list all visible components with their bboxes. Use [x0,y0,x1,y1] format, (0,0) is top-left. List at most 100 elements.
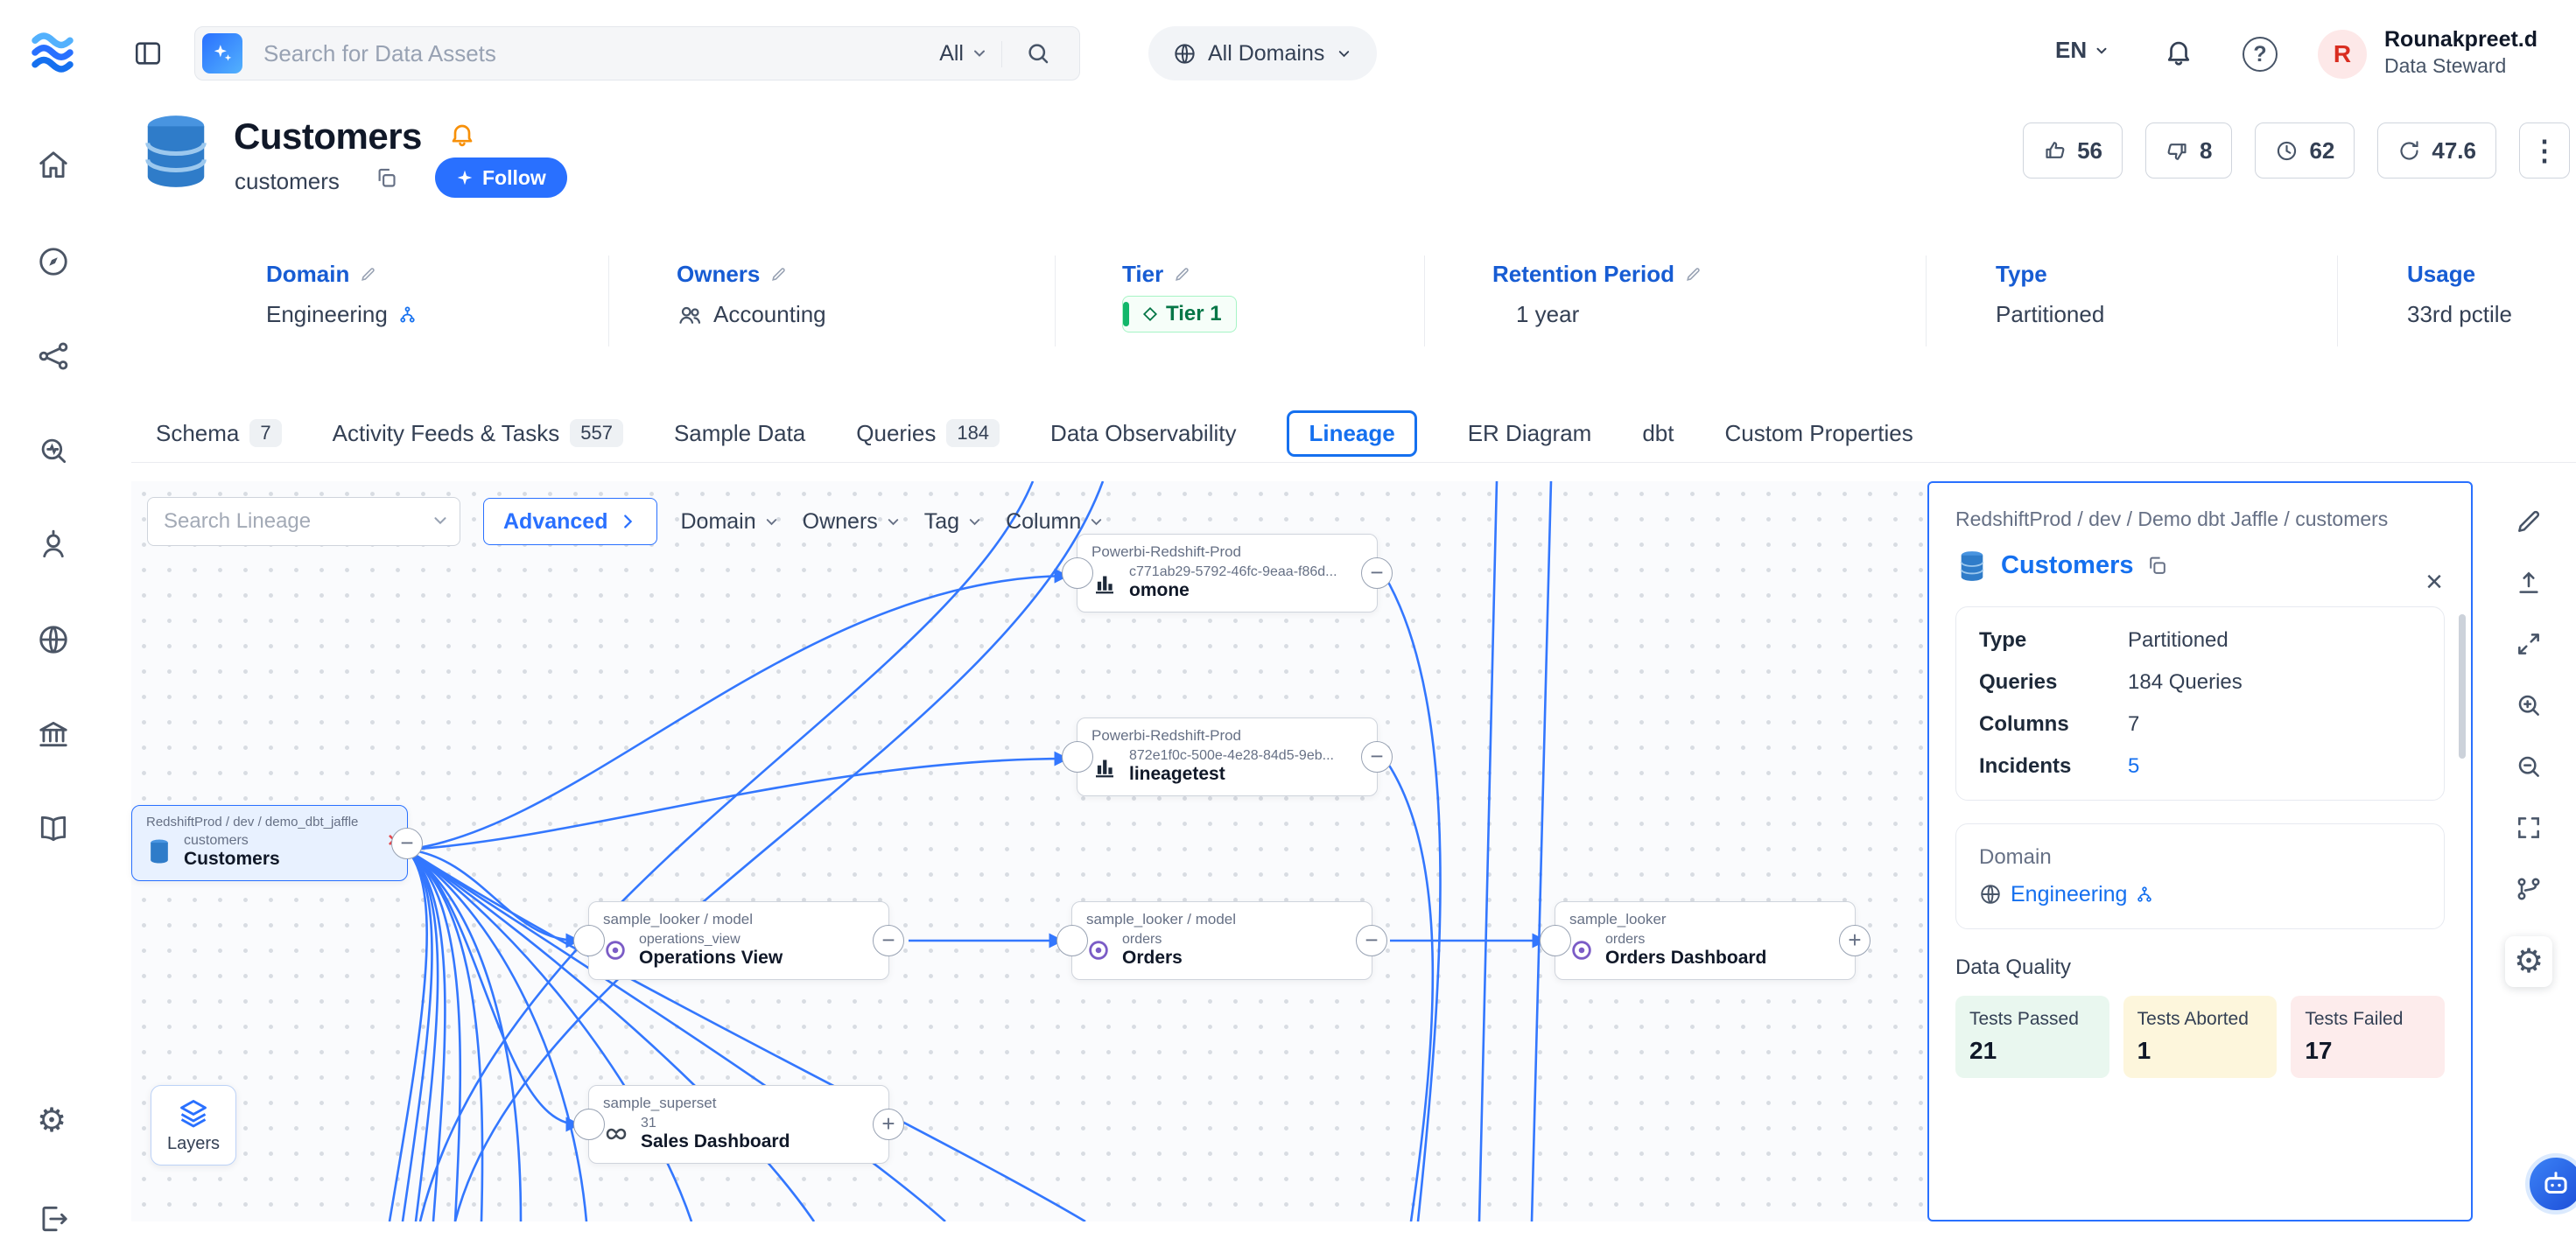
lineage-canvas[interactable]: Advanced Domain Owners Tag Column Powe [131,481,2473,1222]
domain-link[interactable]: Engineering [2011,882,2127,907]
expand-handle[interactable]: + [873,1109,904,1140]
lineage-node-lineagetest[interactable]: Powerbi-Redshift-Prod 872e1f0c-500e-4e28… [1077,718,1378,796]
tab-activity-feeds[interactable]: Activity Feeds & Tasks557 [333,419,623,447]
collapse-handle[interactable] [1062,557,1093,589]
tab-lineage[interactable]: Lineage [1287,410,1416,457]
zoom-in-icon[interactable] [2515,691,2543,719]
user-avatar[interactable]: R [2318,30,2367,79]
search-input[interactable] [263,27,789,80]
zoom-out-icon[interactable] [2515,752,2543,780]
collapse-handle[interactable] [573,1109,605,1140]
collapse-handle[interactable] [1056,925,1088,956]
follow-button[interactable]: Follow [435,158,567,198]
edit-lineage-icon[interactable] [2515,508,2543,536]
observability-icon[interactable] [37,434,70,467]
export-icon[interactable] [2515,569,2543,597]
meta-owners-label[interactable]: Owners [677,261,787,288]
copy-icon[interactable] [375,166,398,190]
meta-tier-value[interactable]: Tier 1 [1122,296,1237,332]
collapse-handle[interactable] [1540,925,1571,956]
lineage-search-input[interactable] [147,497,460,546]
advanced-label: Advanced [503,509,607,535]
glossary-icon[interactable] [37,812,70,845]
lineage-settings-icon[interactable]: ⚙ [2505,936,2552,987]
explore-icon[interactable] [37,245,70,278]
lineage-node-omone[interactable]: Powerbi-Redshift-Prod c771ab29-5792-46fc… [1077,534,1378,612]
collapse-handle[interactable]: − [873,925,904,956]
all-domains-dropdown[interactable]: All Domains [1148,26,1377,80]
meta-retention-label[interactable]: Retention Period [1492,261,1702,288]
close-icon[interactable]: × [2425,567,2443,597]
filter-tag-dropdown[interactable]: Tag [924,509,983,535]
meta-owners-value[interactable]: Accounting [677,301,826,328]
layers-button[interactable]: Layers [151,1085,236,1166]
value-text: 1 year [1516,301,1579,328]
settings-icon[interactable]: ⚙ [37,1104,67,1138]
assistant-chat-button[interactable] [2525,1153,2576,1214]
search-icon[interactable] [1025,40,1051,66]
lineage-node-orders-dashboard[interactable]: sample_looker orders Orders Dashboard + [1555,901,1856,980]
expand-handle[interactable]: + [1839,925,1871,956]
collapse-handle[interactable] [1062,741,1093,773]
ai-sparkle-icon[interactable] [202,33,242,74]
lineage-graph-icon[interactable] [37,340,70,373]
fit-view-icon[interactable] [2515,814,2543,842]
help-icon[interactable]: ? [2243,37,2278,72]
user-info[interactable]: Rounakpreet.d Data Steward [2384,26,2537,79]
collapse-handle[interactable]: − [1356,925,1387,956]
language-dropdown[interactable]: EN [2055,37,2109,64]
rearrange-icon[interactable] [2515,875,2543,903]
announcement-icon[interactable] [448,121,476,149]
collapse-handle[interactable]: − [1361,741,1393,773]
panel-breadcrumb[interactable]: RedshiftProd / dev / Demo dbt Jaffle / c… [1955,504,2411,535]
panel-scrollbar[interactable] [2459,614,2466,759]
lineage-node-sales-dashboard[interactable]: sample_superset 31 Sales Dashboard + [588,1085,889,1164]
edit-icon[interactable] [1174,266,1190,283]
panel-entity-link[interactable]: Customers [2001,551,2134,580]
expand-icon[interactable] [2515,630,2543,658]
lineage-node-operations-view[interactable]: sample_looker / model operations_view Op… [588,901,889,980]
table-type-icon [138,110,214,192]
tab-er-diagram[interactable]: ER Diagram [1468,420,1592,447]
tab-schema[interactable]: Schema7 [156,419,282,447]
notifications-bell-icon[interactable] [2164,37,2193,66]
search-scope-dropdown[interactable]: All [939,27,988,80]
tab-custom-properties[interactable]: Custom Properties [1724,420,1913,447]
filter-column-dropdown[interactable]: Column [1006,509,1105,535]
meta-domain-label[interactable]: Domain [266,261,376,288]
tab-data-observability[interactable]: Data Observability [1050,420,1236,447]
more-options-button[interactable]: ⋮ [2519,122,2570,178]
app-logo[interactable] [26,26,79,79]
edit-icon[interactable] [1685,266,1702,283]
collapse-handle[interactable]: − [1361,557,1393,589]
views-button[interactable]: 62 [2255,122,2355,178]
filter-domain-dropdown[interactable]: Domain [680,509,779,535]
advanced-filter-button[interactable]: Advanced [483,498,657,545]
downvote-button[interactable]: 8 [2145,122,2232,178]
tab-queries[interactable]: Queries184 [856,419,1000,447]
home-icon[interactable] [37,149,70,182]
sidebar-toggle-icon[interactable] [133,38,163,68]
top-nav: All All Domains EN ? R Rounakpreet.d Dat… [0,0,2576,107]
lineage-node-orders[interactable]: sample_looker / model orders Orders − [1071,901,1372,980]
incidents-link[interactable]: 5 [2128,754,2421,779]
upvote-button[interactable]: 56 [2023,122,2123,178]
tier-text: Tier 1 [1166,302,1222,326]
meta-domain-value[interactable]: Engineering [266,301,417,328]
tab-sample-data[interactable]: Sample Data [674,420,805,447]
meta-tier-label[interactable]: Tier [1122,261,1190,288]
usage-button[interactable]: 47.6 [2377,122,2496,178]
tab-dbt[interactable]: dbt [1642,420,1674,447]
logout-icon[interactable] [37,1202,70,1236]
filter-owners-dropdown[interactable]: Owners [803,509,902,535]
chevron-down-icon[interactable] [431,511,450,530]
collapse-handle[interactable] [573,925,605,956]
insights-icon[interactable] [37,528,70,562]
edit-icon[interactable] [770,266,787,283]
lineage-node-customers[interactable]: RedshiftProd / dev / demo_dbt_jaffle cus… [131,805,408,881]
edit-icon[interactable] [360,266,376,283]
govern-icon[interactable] [37,718,70,751]
domains-icon[interactable] [37,623,70,656]
copy-icon[interactable] [2146,555,2168,577]
collapse-handle[interactable]: − [391,828,423,859]
